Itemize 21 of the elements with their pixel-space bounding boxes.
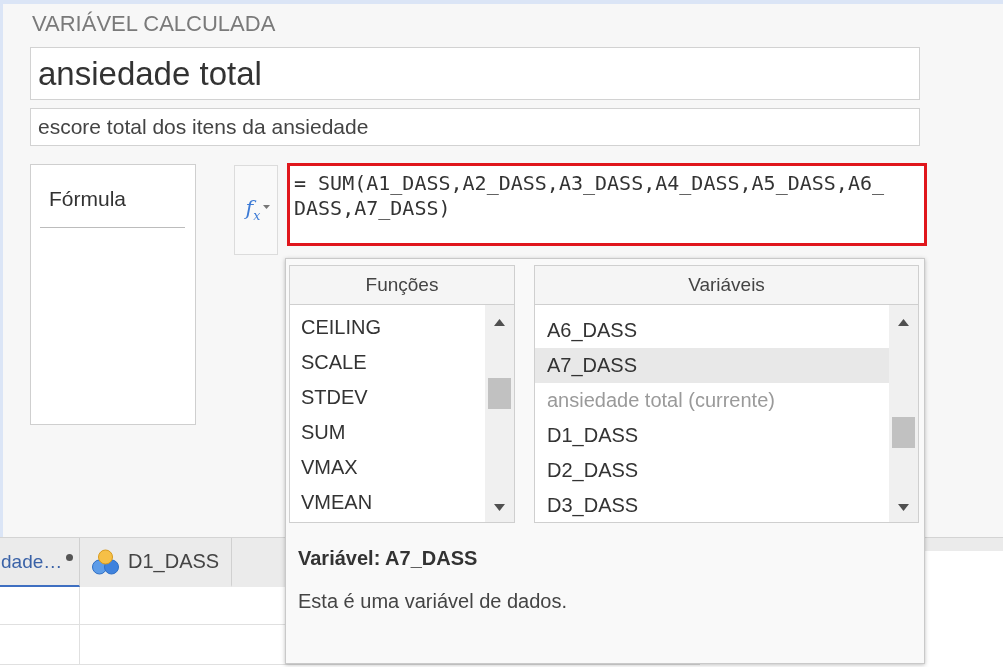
circles-icon	[92, 548, 119, 575]
scrollbar-thumb[interactable]	[488, 378, 511, 409]
scroll-down-icon[interactable]	[898, 504, 909, 511]
info-title: Variável: A7_DASS	[297, 546, 478, 570]
info-text: Esta é uma variável de dados.	[297, 589, 568, 613]
scrollbar-thumb[interactable]	[892, 417, 915, 448]
variable-item[interactable]: A7_DASS	[535, 348, 889, 383]
list-header: Funções	[290, 266, 514, 305]
list-header: Variáveis	[535, 266, 918, 305]
formula-field[interactable]: = SUM(A1_DASS,A2_DASS,A3_DASS,A4_DASS,A5_DASS,A6_DASS,A7_DASS)	[287, 163, 927, 246]
scroll-up-icon[interactable]	[898, 319, 909, 326]
formula-option[interactable]: Fórmula	[40, 175, 185, 228]
panel-title: VARIÁVEL CALCULADA	[31, 11, 276, 37]
scrollbar[interactable]	[485, 305, 514, 522]
scroll-up-icon[interactable]	[494, 319, 505, 326]
scroll-down-icon[interactable]	[494, 504, 505, 511]
scrollbar[interactable]	[889, 305, 918, 522]
function-button[interactable]: f$_{x}$	[234, 165, 278, 255]
description-field[interactable]: escore total dos itens da ansiedade	[30, 108, 920, 146]
name-field[interactable]: ansiedade total	[30, 47, 920, 100]
caret-icon	[263, 205, 271, 209]
